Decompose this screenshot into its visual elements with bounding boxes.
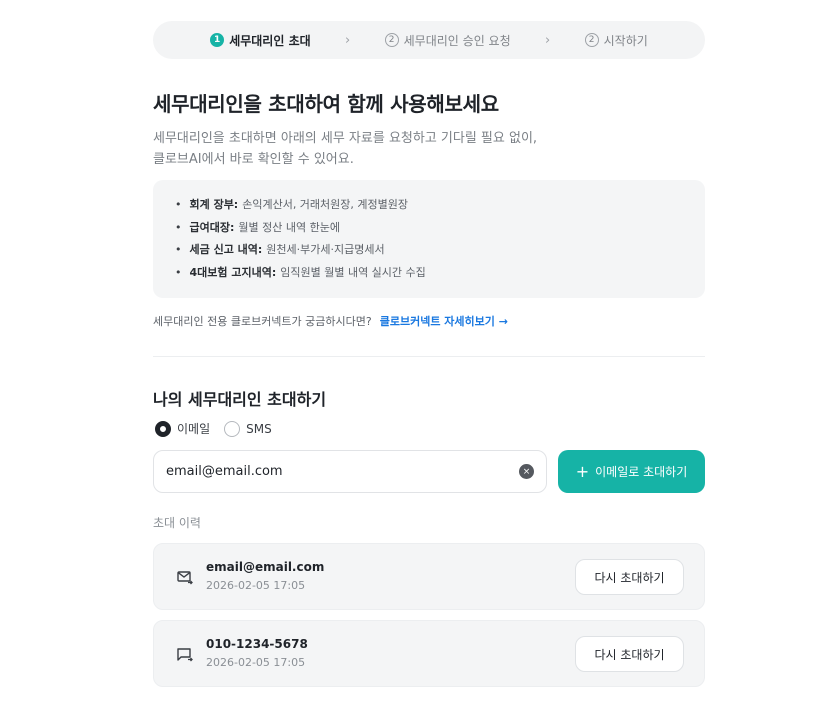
- list-item: 급여대장:월별 정산 내역 한눈에: [175, 217, 683, 240]
- plus-icon: +: [575, 461, 590, 481]
- history-timestamp: 2026-02-05 17:05: [206, 656, 306, 669]
- clove-connect-link[interactable]: 클로브커넥트 자세히보기 →: [380, 313, 508, 329]
- clear-icon[interactable]: ×: [519, 464, 534, 479]
- list-item: 세금 신고 내역:원천세·부가세·지급명세서: [175, 239, 683, 262]
- radio-label: SMS: [246, 421, 272, 436]
- message-sent-icon: [177, 648, 193, 662]
- clove-connect-prompt: 세무대리인 전용 클로브커넥트가 궁금하시다면? 클로브커넥트 자세히보기 →: [153, 313, 508, 329]
- invite-section-title: 나의 세무대리인 초대하기: [153, 390, 327, 409]
- history-contact: email@email.com: [206, 560, 325, 574]
- step-invite: 1 세무대리인 초대: [210, 32, 311, 49]
- radio-selected-icon: [155, 420, 171, 437]
- tax-data-info-box: 회계 장부:손익계산서, 거래처원장, 계정별원장 급여대장:월별 정산 내역 …: [153, 180, 705, 298]
- radio-label: 이메일: [177, 422, 211, 436]
- invite-method-radio-group: 이메일 SMS: [155, 420, 272, 437]
- item-value: 원천세·부가세·지급명세서: [266, 243, 385, 256]
- history-item: email@email.com 2026-02-05 17:05 다시 초대하기: [153, 543, 705, 610]
- step-start: 2 시작하기: [584, 32, 648, 49]
- invite-by-email-button[interactable]: + 이메일로 초대하기: [558, 450, 705, 493]
- reinvite-button[interactable]: 다시 초대하기: [575, 636, 684, 672]
- list-item: 회계 장부:손익계산서, 거래처원장, 계정별원장: [175, 194, 683, 217]
- step-number-icon: 2: [584, 33, 599, 47]
- progress-stepper: 1 세무대리인 초대 › 2 세무대리인 승인 요청 › 2 시작하기: [153, 21, 705, 59]
- item-value: 월별 정산 내역 한눈에: [238, 220, 340, 234]
- step-approval-request: 2 세무대리인 승인 요청: [384, 32, 511, 49]
- item-value: 손익계산서, 거래처원장, 계정별원장: [242, 198, 409, 211]
- chevron-right-icon: ›: [345, 32, 351, 48]
- invite-history-label: 초대 이력: [153, 516, 201, 530]
- tax-data-list: 회계 장부:손익계산서, 거래처원장, 계정별원장 급여대장:월별 정산 내역 …: [175, 194, 683, 284]
- history-contact: 010-1234-5678: [206, 637, 308, 651]
- radio-sms[interactable]: SMS: [224, 420, 272, 437]
- item-label: 세금 신고 내역:: [189, 243, 263, 256]
- step-label: 세무대리인 초대: [229, 33, 311, 48]
- connect-question: 세무대리인 전용 클로브커넥트가 궁금하시다면?: [153, 315, 372, 328]
- chevron-right-icon: ›: [545, 32, 551, 48]
- email-input[interactable]: [166, 464, 519, 479]
- history-timestamp: 2026-02-05 17:05: [206, 579, 306, 592]
- step-number-icon: 2: [384, 33, 399, 47]
- button-label: 이메일로 초대하기: [595, 465, 688, 479]
- description-line: 클로브AI에서 바로 확인할 수 있어요.: [153, 152, 354, 167]
- step-number-icon: 1: [210, 33, 225, 47]
- step-label: 시작하기: [603, 33, 648, 48]
- email-field-wrapper: ×: [153, 450, 547, 493]
- list-item: 4대보험 고지내역:임직원별 월별 내역 실시간 수집: [175, 262, 683, 285]
- history-item: 010-1234-5678 2026-02-05 17:05 다시 초대하기: [153, 620, 705, 687]
- item-label: 4대보험 고지내역:: [189, 265, 277, 279]
- step-label: 세무대리인 승인 요청: [403, 33, 511, 48]
- page-title: 세무대리인을 초대하여 함께 사용해보세요: [153, 92, 499, 116]
- page-description: 세무대리인을 초대하면 아래의 세무 자료를 요청하고 기다릴 필요 없이, 클…: [153, 128, 713, 170]
- item-label: 회계 장부:: [189, 198, 239, 211]
- section-divider: [153, 356, 705, 357]
- radio-unselected-icon: [224, 420, 241, 437]
- radio-email[interactable]: 이메일: [155, 420, 210, 437]
- item-label: 급여대장:: [189, 220, 235, 234]
- reinvite-button[interactable]: 다시 초대하기: [575, 559, 684, 595]
- description-line: 세무대리인을 초대하면 아래의 세무 자료를 요청하고 기다릴 필요 없이,: [153, 131, 538, 146]
- item-value: 임직원별 월별 내역 실시간 수집: [280, 265, 426, 279]
- mail-sent-icon: [177, 571, 193, 585]
